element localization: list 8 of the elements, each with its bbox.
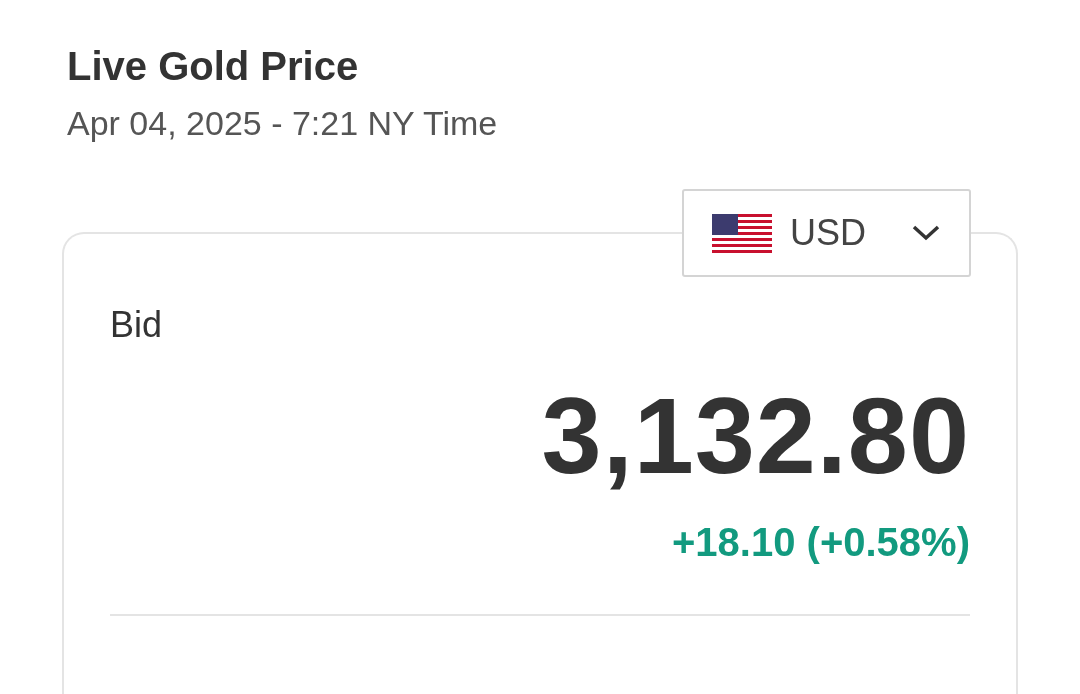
- price-change: +18.10 (+0.58%): [672, 519, 970, 566]
- flag-icon: [712, 213, 772, 253]
- currency-dropdown[interactable]: USD: [682, 189, 971, 277]
- timestamp: Apr 04, 2025 - 7:21 NY Time: [67, 103, 498, 144]
- price-value: 3,132.80: [541, 376, 970, 496]
- chevron-down-icon: [912, 225, 940, 241]
- page-title: Live Gold Price: [67, 43, 359, 90]
- quote-label: Bid: [110, 303, 163, 347]
